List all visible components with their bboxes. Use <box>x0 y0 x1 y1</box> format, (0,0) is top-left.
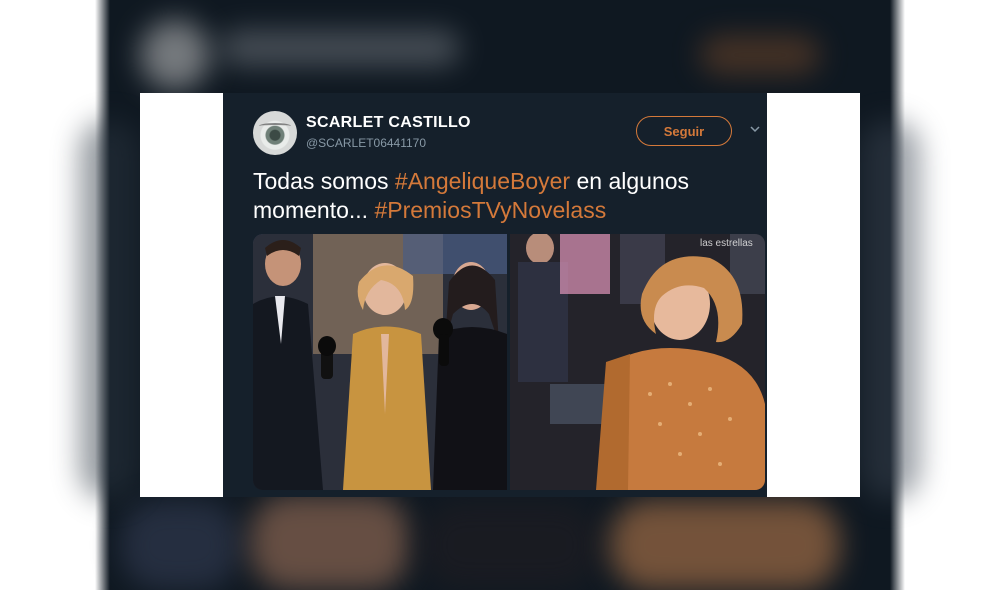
avatar[interactable] <box>253 111 297 155</box>
photo-left[interactable] <box>253 234 507 490</box>
blurred-photo-region <box>120 500 240 590</box>
blurred-photo-region <box>610 500 840 590</box>
follow-button[interactable]: Seguir <box>636 116 732 146</box>
blurred-edge <box>80 120 140 500</box>
blurred-name <box>220 30 460 66</box>
screenshot-frame: SCARLET CASTILLO @SCARLET06441170 Seguir… <box>140 93 860 497</box>
photo-left-illustration <box>253 234 507 490</box>
tweet-text-part: Todas somos <box>253 168 395 194</box>
tweet-card: SCARLET CASTILLO @SCARLET06441170 Seguir… <box>223 93 767 497</box>
display-name[interactable]: SCARLET CASTILLO <box>306 114 471 132</box>
tweet-media[interactable]: las estrellas <box>253 234 765 490</box>
hashtag-link[interactable]: #PremiosTVyNovelass <box>374 197 606 223</box>
hashtag-link[interactable]: #AngeliqueBoyer <box>395 168 570 194</box>
tv-watermark: las estrellas <box>700 238 753 249</box>
user-handle[interactable]: @SCARLET06441170 <box>306 136 426 150</box>
blurred-avatar <box>140 20 210 90</box>
blurred-follow-button <box>700 35 820 75</box>
photo-right-illustration <box>510 234 765 490</box>
blurred-photo-region <box>250 495 410 590</box>
blurred-edge <box>860 120 920 500</box>
blurred-photo-region <box>420 500 600 590</box>
chevron-down-icon[interactable] <box>750 124 760 134</box>
photo-right[interactable]: las estrellas <box>510 234 765 490</box>
tweet-text: Todas somos #AngeliqueBoyer en algunos m… <box>253 167 753 225</box>
